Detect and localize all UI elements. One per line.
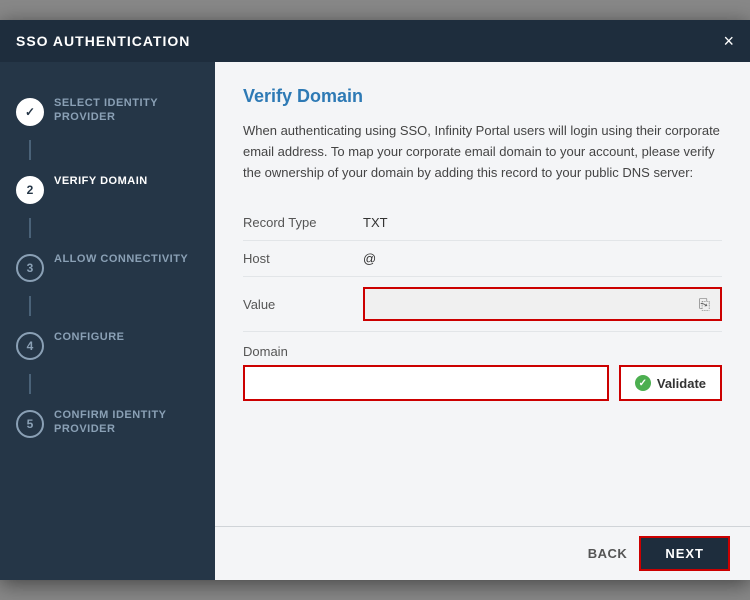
section-title: Verify Domain [243,86,722,107]
validate-check-icon: ✓ [635,375,651,391]
step-5-label: CONFIRM IDENTITYPROVIDER [54,408,167,437]
sidebar-item-configure[interactable]: 4 CONFIGURE [0,316,215,374]
record-type-value: TXT [363,215,388,230]
close-button[interactable]: × [723,32,734,50]
record-type-row: Record Type TXT [243,205,722,241]
step-connector-1 [29,140,31,160]
sidebar-item-verify-domain[interactable]: 2 VERIFY DOMAIN [0,160,215,218]
back-button[interactable]: BACK [588,546,628,561]
step-5-circle: 5 [16,410,44,438]
domain-label: Domain [243,344,609,359]
step-1-circle: ✓ [16,98,44,126]
sidebar-item-allow-connectivity[interactable]: 3 ALLOW CONNECTIVITY [0,238,215,296]
host-row: Host @ [243,241,722,277]
sidebar-item-select-identity-provider[interactable]: ✓ SELECT IDENTITYPROVIDER [0,82,215,140]
copy-icon[interactable]: ⎘ [697,294,712,315]
host-label: Host [243,251,363,266]
step-connector-4 [29,374,31,394]
validate-button[interactable]: ✓ Validate [619,365,722,401]
step-2-circle: 2 [16,176,44,204]
value-input-container: ⎘ [363,287,722,321]
next-button[interactable]: NEXT [639,536,730,571]
value-label: Value [243,297,363,312]
value-input[interactable] [373,297,697,312]
step-4-label: CONFIGURE [54,330,125,344]
domain-input[interactable] [243,365,609,401]
value-row: Value ⎘ [243,277,722,332]
step-4-circle: 4 [16,332,44,360]
modal-title: SSO AUTHENTICATION [16,33,190,49]
main-content: Verify Domain When authenticating using … [215,62,750,580]
description-text: When authenticating using SSO, Infinity … [243,121,722,183]
step-connector-3 [29,296,31,316]
sidebar-item-confirm-identity-provider[interactable]: 5 CONFIRM IDENTITYPROVIDER [0,394,215,452]
step-3-label: ALLOW CONNECTIVITY [54,252,188,266]
step-3-circle: 3 [16,254,44,282]
record-type-label: Record Type [243,215,363,230]
step-connector-2 [29,218,31,238]
host-value: @ [363,251,376,266]
validate-label: Validate [657,376,706,391]
modal-footer: BACK NEXT [215,526,750,580]
domain-input-wrap: Domain [243,344,609,401]
step-1-label: SELECT IDENTITYPROVIDER [54,96,158,125]
step-2-label: VERIFY DOMAIN [54,174,148,188]
domain-row: Domain ✓ Validate [243,332,722,413]
sidebar: ✓ SELECT IDENTITYPROVIDER 2 VERIFY DOMAI… [0,62,215,580]
